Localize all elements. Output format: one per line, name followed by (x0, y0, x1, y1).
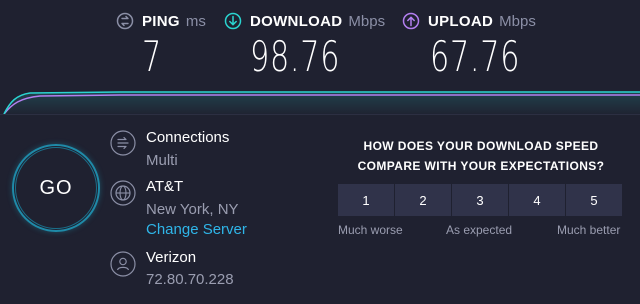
rating-button-4[interactable]: 4 (509, 184, 565, 216)
scale-low-label: Much worse (338, 223, 403, 237)
survey-question: HOW DOES YOUR DOWNLOAD SPEED COMPARE WIT… (338, 136, 624, 176)
speed-graph (3, 91, 640, 116)
change-server-link[interactable]: Change Server (146, 221, 247, 238)
isp-location: New York, NY (146, 201, 239, 218)
divider (0, 114, 640, 115)
connections-icon (110, 130, 136, 156)
upload-icon (402, 12, 420, 30)
download-value: 98.76 (250, 32, 341, 81)
download-icon (224, 12, 242, 30)
upload-value: 67.76 (430, 32, 521, 81)
ping-value: 7 (142, 32, 162, 81)
ping-icon (116, 12, 134, 30)
download-header: DOWNLOAD Mbps (224, 10, 385, 32)
isp-name: AT&T (146, 178, 184, 195)
results-header: PING ms 7 DOWNLOAD Mbps 98.76 UPLOAD Mbp… (0, 0, 640, 84)
scale-high-label: Much better (557, 223, 621, 237)
person-icon (110, 251, 136, 277)
connections-value: Multi (146, 152, 178, 169)
survey-question-line2: COMPARE WITH YOUR EXPECTATIONS? (357, 159, 605, 173)
rating-button-5[interactable]: 5 (566, 184, 622, 216)
rating-button-1[interactable]: 1 (338, 184, 394, 216)
scale-mid-label: As expected (446, 223, 513, 237)
connections-title: Connections (146, 129, 230, 146)
go-button[interactable]: GO (12, 144, 100, 232)
ping-stat: PING ms 7 (116, 10, 206, 81)
host-ip: 72.80.70.228 (146, 271, 234, 288)
globe-icon (110, 180, 136, 206)
upload-unit: Mbps (499, 12, 536, 30)
upload-header: UPLOAD Mbps (402, 10, 536, 32)
download-label: DOWNLOAD (250, 12, 343, 30)
rating-scale: 1 2 3 4 5 (338, 184, 622, 216)
survey-question-line1: HOW DOES YOUR DOWNLOAD SPEED (363, 139, 599, 153)
rating-button-3[interactable]: 3 (452, 184, 508, 216)
ping-unit: ms (185, 12, 206, 30)
download-stat: DOWNLOAD Mbps 98.76 (224, 10, 385, 81)
host-name: Verizon (146, 249, 197, 266)
go-button-ring: GO (15, 147, 97, 229)
rating-button-2[interactable]: 2 (395, 184, 451, 216)
upload-stat: UPLOAD Mbps 67.76 (402, 10, 536, 81)
go-label: GO (39, 176, 73, 199)
ping-label: PING (142, 12, 180, 30)
download-unit: Mbps (348, 12, 386, 30)
upload-label: UPLOAD (428, 12, 494, 30)
ping-header: PING ms (116, 10, 206, 32)
